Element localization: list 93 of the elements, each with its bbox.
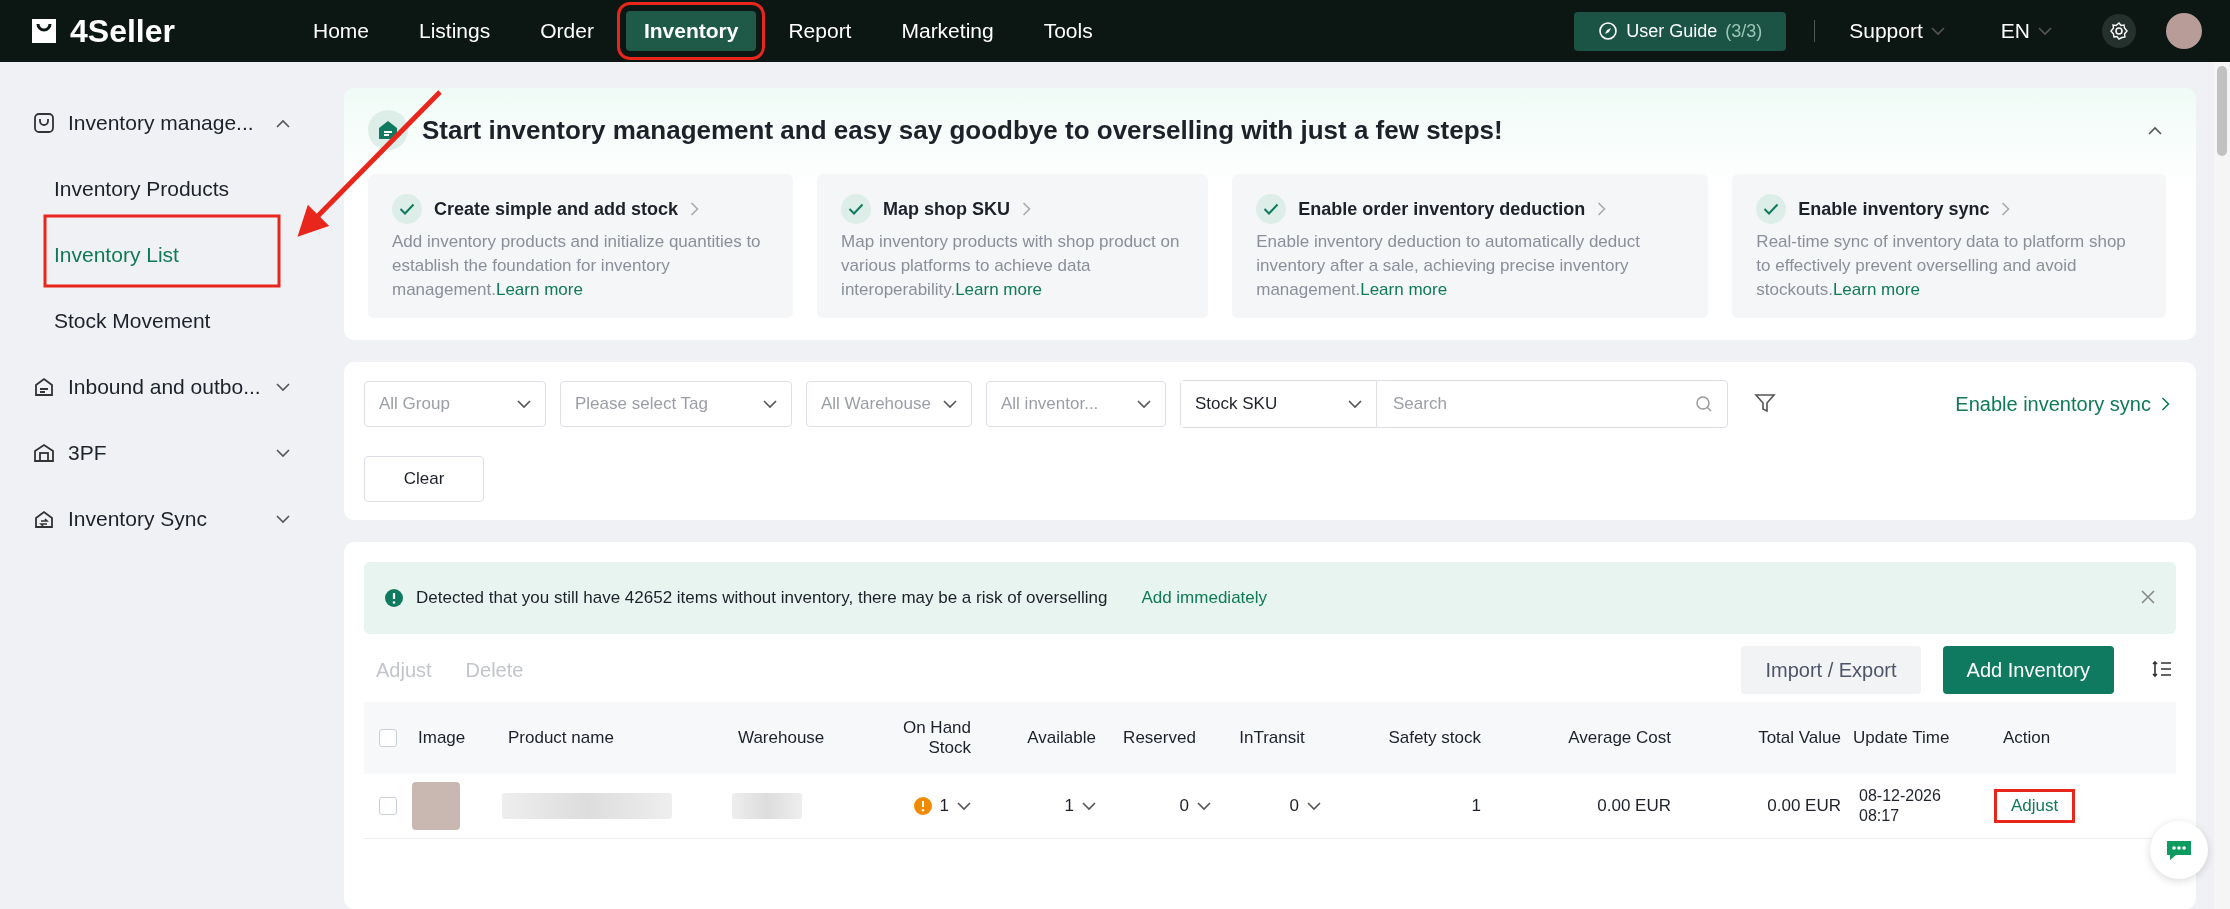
learn-more-link[interactable]: Learn more <box>955 280 1043 299</box>
on-hand-value: 1 <box>939 796 949 816</box>
search-icon <box>1695 395 1713 413</box>
chevron-right-icon <box>690 202 700 216</box>
support-menu[interactable]: Support <box>1843 18 1951 44</box>
step-title: Map shop SKU <box>883 198 1011 220</box>
exclamation-icon <box>384 588 404 608</box>
total-value: 0.00 EUR <box>1767 796 1842 816</box>
add-inventory-button[interactable]: Add Inventory <box>1942 646 2114 694</box>
column-header: Average Cost <box>1567 728 1672 748</box>
add-immediately-link[interactable]: Add immediately <box>1141 588 1268 608</box>
column-header: InTransit <box>1238 728 1306 748</box>
chevron-down-icon <box>1307 801 1321 811</box>
column-header: Warehouse <box>737 728 826 748</box>
enable-sync-link[interactable]: Enable inventory sync <box>1949 391 2176 417</box>
step-title: Enable inventory sync <box>1798 198 1990 220</box>
blurred-warehouse <box>732 793 802 819</box>
step-description: Real-time sync of inventory data to platform shop to effectively prevent overselling and avoid stockouts.Learn more <box>1756 231 2127 301</box>
chevron-right-icon <box>1022 202 1032 216</box>
nav-tab[interactable]: Home <box>294 11 387 51</box>
user-guide-button[interactable]: User Guide (3/3) <box>1574 11 1787 51</box>
average-cost-value: 0.00 EUR <box>1597 796 1672 816</box>
in-transit-value: 0 <box>1289 796 1299 816</box>
photo-placeholder <box>412 782 460 830</box>
nav-tab[interactable]: Marketing <box>883 11 1012 51</box>
guide-title: Start inventory management and easy say goodbye to overselling with just a few steps! <box>422 114 1504 146</box>
step-title: Create simple and add stock <box>434 198 679 220</box>
safety-stock-value: 1 <box>1471 796 1482 816</box>
column-header: Update Time <box>1852 728 1951 748</box>
nav-tab[interactable]: Report <box>770 11 870 51</box>
sidebar-subitem[interactable]: Inventory Products <box>0 156 230 222</box>
user-avatar[interactable] <box>2166 13 2202 49</box>
warehouse-icon <box>32 441 56 465</box>
search-type-dropdown[interactable]: Stock SKU <box>1181 381 1377 427</box>
chevron-down-icon <box>1082 801 1096 811</box>
scrollbar[interactable] <box>2214 62 2230 909</box>
box-icon <box>32 111 56 135</box>
chevron-down-icon <box>763 399 777 409</box>
chevron-down-icon <box>1348 399 1362 409</box>
step-title: Enable order inventory deduction <box>1298 198 1586 220</box>
language-menu[interactable]: EN <box>1994 18 2058 44</box>
chevron-right-icon <box>2001 202 2011 216</box>
chevron-down-icon <box>276 514 290 524</box>
compass-icon <box>1598 21 1619 41</box>
adjust-link[interactable]: Adjust <box>1997 792 2073 820</box>
chevron-down-icon <box>276 448 290 458</box>
column-header: On Hand Stock <box>901 718 972 758</box>
select-all-checkbox[interactable] <box>379 729 397 747</box>
sidebar-item[interactable]: 3PF <box>0 420 320 486</box>
learn-more-link[interactable]: Learn more <box>495 280 583 299</box>
column-header: Safety stock <box>1387 728 1482 748</box>
chevron-down-icon <box>943 399 957 409</box>
column-header: Total Value <box>1757 728 1842 748</box>
import-export-button[interactable]: Import / Export <box>1741 646 1921 694</box>
column-header: Product name <box>507 728 615 748</box>
chevron-down-icon <box>1930 26 1945 36</box>
house-icon <box>368 110 408 150</box>
nav-tab[interactable]: Listings <box>401 11 509 51</box>
column-header: Reserved <box>1122 728 1197 748</box>
sidebar-item[interactable]: Inventory manage... <box>0 90 320 156</box>
document-box-icon <box>32 375 56 399</box>
learn-more-link[interactable]: Learn more <box>1360 280 1448 299</box>
chevron-down-icon <box>957 801 971 811</box>
chevron-down-icon <box>1197 801 1211 811</box>
clear-button[interactable]: Clear <box>364 456 484 502</box>
step-description: Map inventory products with shop product on various platforms to achieve data interoperability.Learn more <box>841 231 1181 301</box>
sidebar-subitem[interactable]: Stock Movement <box>0 288 211 354</box>
step-description: Enable inventory deduction to automatically deduct inventory after a sale, achieving precise inventory management.Learn more <box>1256 231 1641 301</box>
column-header: Available <box>1026 728 1097 748</box>
learn-more-link[interactable]: Learn more <box>1832 280 1920 299</box>
column-header: Image <box>417 728 467 748</box>
row-checkbox[interactable] <box>379 797 397 815</box>
settings-icon[interactable] <box>2102 14 2136 48</box>
nav-tab[interactable]: Tools <box>1025 11 1111 51</box>
chevron-up-icon <box>276 118 290 128</box>
chevron-up-icon <box>2148 125 2162 135</box>
reserved-value: 0 <box>1179 796 1189 816</box>
available-value: 1 <box>1064 796 1074 816</box>
sidebar-item[interactable]: Inventory Sync <box>0 486 320 552</box>
chevron-down-icon <box>517 399 531 409</box>
column-header: Action <box>2002 728 2052 748</box>
chevron-down-icon <box>276 382 290 392</box>
sidebar-item[interactable]: Inbound and outbo... <box>0 354 320 420</box>
chevron-right-icon <box>1597 202 1607 216</box>
update-time: 08-12-2026 08:17 <box>1858 786 1942 826</box>
brand-logo: 4Seller <box>70 12 175 50</box>
sidebar-subitem[interactable]: Inventory List <box>0 222 179 288</box>
step-description: Add inventory products and initialize quantities to establish the foundation for inventory management.Learn more <box>392 231 762 301</box>
nav-tab[interactable]: Order <box>522 11 612 51</box>
chevron-right-icon <box>2161 397 2170 411</box>
alert-message: Detected that you still have 42652 items without inventory, there may be a risk of overselling <box>416 588 1108 608</box>
chevron-down-icon <box>1137 399 1151 409</box>
chevron-down-icon <box>2038 26 2052 36</box>
